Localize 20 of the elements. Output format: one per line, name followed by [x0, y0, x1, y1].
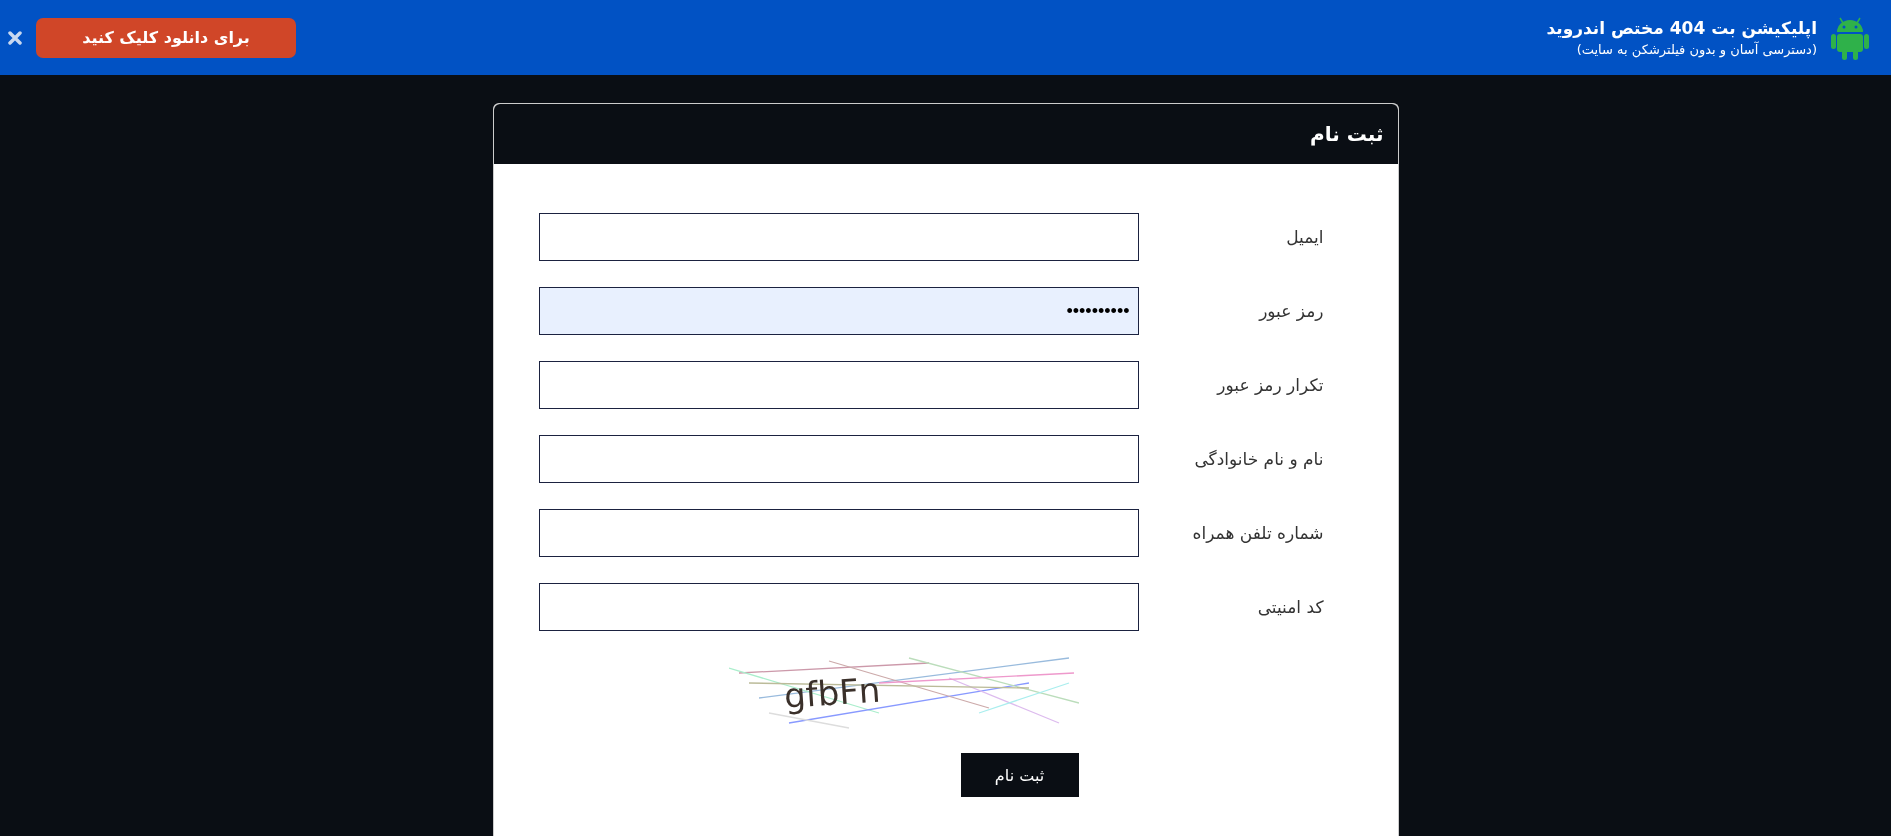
- field-label: تکرار رمز عبور: [1215, 375, 1325, 395]
- input-field[interactable]: [538, 435, 1139, 483]
- input-field[interactable]: [538, 509, 1139, 557]
- field-label: ایمیل: [1285, 227, 1325, 247]
- banner-subtitle: (دسترسی آسان و بدون فیلترشکن به سایت): [1575, 42, 1817, 57]
- field-label: شماره تلفن همراه: [1191, 523, 1325, 543]
- download-button[interactable]: برای دانلود کلیک کنید: [36, 17, 296, 58]
- input-field[interactable]: [538, 213, 1139, 261]
- close-icon[interactable]: [8, 30, 22, 45]
- form-title: ثبت نام: [1310, 122, 1384, 146]
- banner-title: اپلیکیشن بت 404 مختص اندروید: [1546, 18, 1817, 38]
- input-field[interactable]: [538, 583, 1139, 631]
- android-icon: [1831, 15, 1869, 60]
- field-label: کد امنیتی: [1256, 597, 1325, 617]
- field-label: نام و نام خانوادگی: [1193, 449, 1325, 469]
- field-label: رمز عبور: [1257, 301, 1325, 321]
- submit-button[interactable]: ثبت نام: [960, 753, 1079, 797]
- input-field[interactable]: ••••••••••: [538, 287, 1139, 335]
- input-field[interactable]: [538, 361, 1139, 409]
- captcha-drawing: gfbFn: [728, 653, 1079, 733]
